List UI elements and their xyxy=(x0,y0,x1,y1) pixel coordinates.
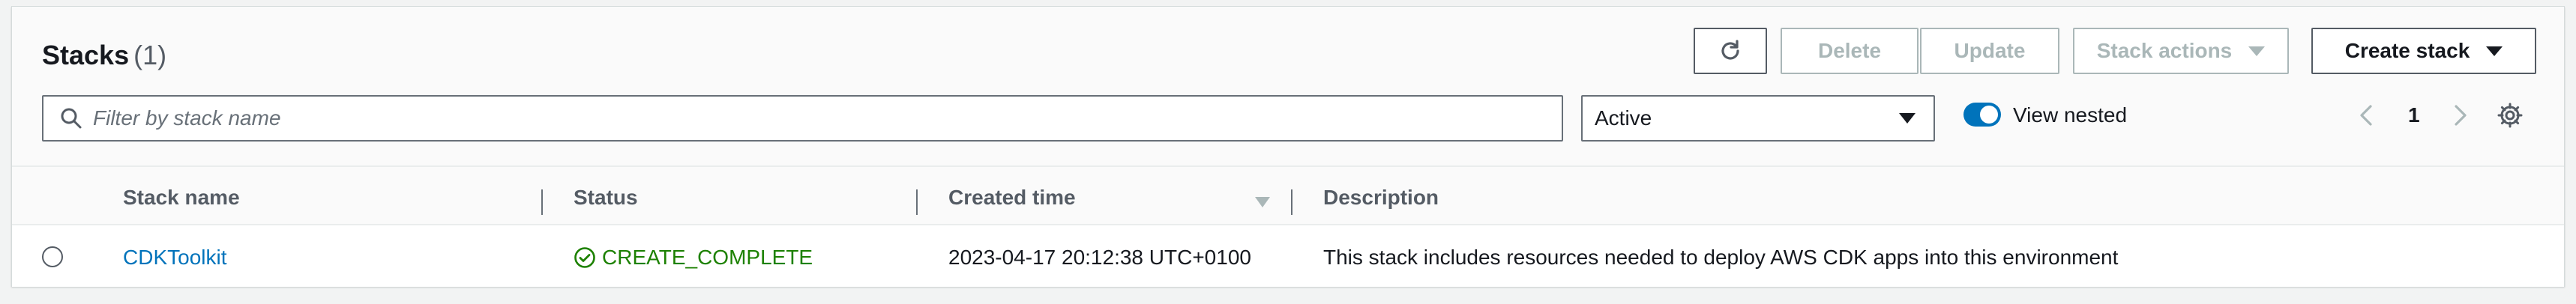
column-divider[interactable] xyxy=(916,189,918,215)
stack-search-field[interactable] xyxy=(42,95,1563,142)
stack-actions-label: Stack actions xyxy=(2096,39,2233,62)
column-header-status[interactable]: Status xyxy=(574,185,638,210)
created-time: 2023-04-17 20:12:38 UTC+0100 xyxy=(948,246,1251,269)
column-header-created-time[interactable]: Created time xyxy=(948,185,1076,210)
stack-status: CREATE_COMPLETE xyxy=(574,245,813,270)
toggle-knob xyxy=(1980,106,1998,124)
view-nested-toggle[interactable] xyxy=(1963,103,2001,127)
column-divider[interactable] xyxy=(541,189,543,215)
search-input[interactable] xyxy=(93,103,1517,134)
refresh-icon xyxy=(1721,40,1739,60)
create-stack-label: Create stack xyxy=(2344,39,2470,62)
search-icon xyxy=(61,108,82,129)
view-nested-label: View nested xyxy=(2013,103,2128,127)
sort-descending-icon[interactable] xyxy=(1255,197,1270,207)
column-divider[interactable] xyxy=(1291,189,1292,215)
update-button[interactable]: Update xyxy=(1920,28,2059,74)
gear-icon[interactable] xyxy=(2497,102,2524,129)
stack-description: This stack includes resources needed to … xyxy=(1323,246,2119,269)
status-text: CREATE_COMPLETE xyxy=(602,246,813,269)
delete-button[interactable]: Delete xyxy=(1781,28,1919,74)
chevron-left-icon[interactable] xyxy=(2357,104,2377,127)
stack-name-link[interactable]: CDKToolkit xyxy=(123,245,226,270)
column-header-stack-name[interactable]: Stack name xyxy=(123,185,240,210)
stack-actions-button[interactable]: Stack actions xyxy=(2073,28,2289,74)
table-header: Stack name Status Created time Descripti… xyxy=(12,165,2564,225)
page-title: Stacks (1) xyxy=(42,37,166,74)
title-text: Stacks xyxy=(42,40,130,70)
stacks-panel: Stacks (1) Delete Update Stack actions Cr… xyxy=(11,6,2565,287)
row-select-radio[interactable] xyxy=(42,246,63,267)
status-filter-value: Active xyxy=(1595,106,1652,130)
chevron-right-icon[interactable] xyxy=(2450,104,2470,127)
success-check-icon xyxy=(574,247,595,268)
refresh-button[interactable] xyxy=(1694,28,1767,74)
column-header-description[interactable]: Description xyxy=(1323,185,1439,210)
page-number[interactable]: 1 xyxy=(2408,103,2420,128)
create-stack-button[interactable]: Create stack xyxy=(2311,28,2536,74)
stack-count: (1) xyxy=(133,40,167,70)
caret-down-icon xyxy=(2248,46,2266,56)
caret-down-icon xyxy=(1899,113,1916,124)
table-row: CDKToolkit CREATE_COMPLETE 2023-04-17 20… xyxy=(12,227,2564,287)
caret-down-icon xyxy=(2486,46,2503,56)
status-filter-select[interactable]: Active xyxy=(1581,95,1935,142)
